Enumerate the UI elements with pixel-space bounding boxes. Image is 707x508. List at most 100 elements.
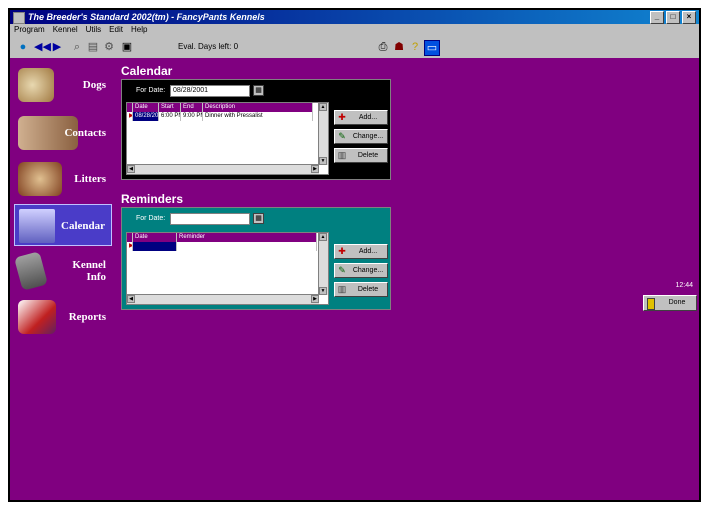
print-icon[interactable]: ▤ bbox=[86, 40, 100, 54]
calendar-vertical-scrollbar[interactable]: ▲ ▼ bbox=[318, 103, 328, 165]
clock-text: 12:44 bbox=[675, 282, 693, 289]
menu-edit[interactable]: Edit bbox=[109, 24, 123, 36]
calendar-change-button[interactable]: ✎ Change... bbox=[334, 129, 388, 144]
reminders-grid[interactable]: Date Reminder ▶ ▲ ▼ ◀ ▶ bbox=[126, 232, 329, 305]
reminders-add-button[interactable]: ✚ Add... bbox=[334, 244, 388, 259]
nav-contacts[interactable]: Contacts bbox=[14, 112, 112, 154]
done-button[interactable]: Done bbox=[643, 295, 697, 311]
users-icon[interactable]: ☗ bbox=[392, 40, 406, 54]
nav-reports[interactable]: Reports bbox=[14, 296, 112, 338]
scroll-down-icon[interactable]: ▼ bbox=[319, 287, 327, 295]
scroll-right-icon[interactable]: ▶ bbox=[311, 165, 319, 173]
trash-icon: ▥ bbox=[337, 150, 347, 160]
col-date[interactable]: Date bbox=[133, 233, 177, 242]
calendar-section-title: Calendar bbox=[121, 64, 173, 78]
nav-reports-label: Reports bbox=[68, 311, 106, 323]
cell-date[interactable]: 08/28/2001 bbox=[133, 112, 159, 121]
window-controls: _ □ × bbox=[650, 11, 696, 24]
reminders-horizontal-scrollbar[interactable]: ◀ ▶ bbox=[127, 294, 319, 304]
close-button[interactable]: × bbox=[682, 11, 696, 24]
menu-kennel[interactable]: Kennel bbox=[53, 24, 78, 36]
calendar-horizontal-scrollbar[interactable]: ◀ ▶ bbox=[127, 164, 319, 174]
col-description[interactable]: Description bbox=[203, 103, 313, 112]
menu-utils[interactable]: Utils bbox=[86, 24, 102, 36]
maximize-button[interactable]: □ bbox=[666, 11, 680, 24]
add-icon: ✚ bbox=[338, 112, 346, 122]
nav-litters[interactable]: Litters bbox=[14, 158, 112, 200]
scroll-down-icon[interactable]: ▼ bbox=[319, 157, 327, 165]
calendar-grid[interactable]: Date Start End Description ▶ 08/28/2001 … bbox=[126, 102, 329, 175]
reminders-change-button[interactable]: ✎ Change... bbox=[334, 263, 388, 278]
menu-help[interactable]: Help bbox=[131, 24, 147, 36]
scroll-right-icon[interactable]: ▶ bbox=[311, 295, 319, 303]
printer-icon[interactable]: ⎙ bbox=[376, 40, 390, 54]
door-icon bbox=[647, 298, 655, 310]
table-row[interactable]: ▶ 08/28/2001 6:00 PM 9:00 PM Dinner with… bbox=[127, 112, 313, 121]
reminders-delete-button[interactable]: ▥ Delete bbox=[334, 282, 388, 297]
col-reminder[interactable]: Reminder bbox=[177, 233, 317, 242]
calendar-grid-header: Date Start End Description bbox=[127, 103, 313, 112]
reminders-panel: For Date: ▦ Date Reminder ▶ ▲ ▼ bbox=[121, 207, 391, 310]
scroll-left-icon[interactable]: ◀ bbox=[127, 165, 135, 173]
add-icon: ✚ bbox=[338, 246, 346, 256]
edit-icon: ✎ bbox=[338, 265, 346, 275]
nav-contacts-label: Contacts bbox=[64, 127, 106, 139]
menu-program[interactable]: Program bbox=[14, 24, 45, 36]
table-row[interactable]: ▶ bbox=[127, 242, 317, 251]
reminders-vertical-scrollbar[interactable]: ▲ ▼ bbox=[318, 233, 328, 295]
cell-reminder[interactable] bbox=[177, 242, 317, 251]
calendar-delete-button[interactable]: ▥ Delete bbox=[334, 148, 388, 163]
help-icon[interactable]: ? bbox=[408, 40, 422, 54]
nav-dogs[interactable]: Dogs bbox=[14, 64, 112, 106]
next-record-icon[interactable]: ▶ bbox=[50, 40, 64, 54]
find-icon[interactable]: ⌕ bbox=[70, 40, 84, 54]
calendar-image bbox=[19, 209, 55, 243]
main-area: Dogs Contacts Litters Calendar Kennel In… bbox=[10, 58, 699, 500]
minimize-button[interactable]: _ bbox=[650, 11, 664, 24]
days-left-text: Eval. Days left: 0 bbox=[178, 42, 239, 51]
globe-icon[interactable]: ● bbox=[16, 40, 30, 54]
scroll-up-icon[interactable]: ▲ bbox=[319, 103, 327, 111]
title-bar: The Breeder's Standard 2002(tm) - FancyP… bbox=[10, 10, 699, 24]
app-window: The Breeder's Standard 2002(tm) - FancyP… bbox=[8, 8, 701, 502]
reports-image bbox=[18, 300, 56, 334]
cell-end[interactable]: 9:00 PM bbox=[181, 112, 203, 121]
reminders-section-title: Reminders bbox=[121, 192, 184, 206]
calendar-icon[interactable]: ▣ bbox=[120, 40, 134, 54]
window-title: The Breeder's Standard 2002(tm) - FancyP… bbox=[28, 12, 265, 22]
calendar-add-button[interactable]: ✚ Add... bbox=[334, 110, 388, 125]
scroll-up-icon[interactable]: ▲ bbox=[319, 233, 327, 241]
calendar-for-date-label: For Date: bbox=[136, 87, 166, 94]
dogs-image bbox=[18, 68, 54, 102]
calendar-date-field[interactable]: 08/28/2001 bbox=[170, 85, 250, 97]
menu-bar: Program Kennel Utils Edit Help bbox=[10, 24, 699, 36]
kennel-image bbox=[14, 251, 48, 291]
nav-dogs-label: Dogs bbox=[82, 79, 106, 91]
nav-litters-label: Litters bbox=[74, 173, 106, 185]
col-start[interactable]: Start bbox=[159, 103, 181, 112]
nav-calendar[interactable]: Calendar bbox=[14, 204, 112, 246]
trash-icon: ▥ bbox=[337, 284, 347, 294]
edit-icon: ✎ bbox=[338, 131, 346, 141]
puppies-image bbox=[18, 162, 62, 196]
chat-icon[interactable]: ▭ bbox=[424, 40, 440, 56]
nav-calendar-label: Calendar bbox=[61, 220, 105, 232]
col-date[interactable]: Date bbox=[133, 103, 159, 112]
reminders-date-field[interactable] bbox=[170, 213, 250, 225]
calendar-date-picker-icon[interactable]: ▦ bbox=[253, 85, 264, 96]
calendar-panel: For Date: 08/28/2001 ▦ Date Start End De… bbox=[121, 79, 391, 180]
col-end[interactable]: End bbox=[181, 103, 203, 112]
nav-kennel-info[interactable]: Kennel Info bbox=[14, 250, 112, 292]
first-record-icon[interactable]: ◀◀ bbox=[34, 40, 51, 54]
cell-start[interactable]: 6:00 PM bbox=[159, 112, 181, 121]
reminders-for-date-label: For Date: bbox=[136, 215, 166, 222]
cell-date[interactable] bbox=[133, 242, 177, 251]
scroll-left-icon[interactable]: ◀ bbox=[127, 295, 135, 303]
toolbar: ● ◀◀ ▶ ⌕ ▤ ⚙ ▣ Eval. Days left: 0 ⎙ ☗ ? … bbox=[10, 36, 699, 59]
nav-kennel-info-label: Kennel Info bbox=[72, 259, 106, 283]
reminders-grid-header: Date Reminder bbox=[127, 233, 317, 242]
app-icon[interactable] bbox=[13, 12, 25, 24]
reminders-date-picker-icon[interactable]: ▦ bbox=[253, 213, 264, 224]
cell-description[interactable]: Dinner with Pressalist bbox=[203, 112, 313, 121]
tools-icon[interactable]: ⚙ bbox=[102, 40, 116, 54]
